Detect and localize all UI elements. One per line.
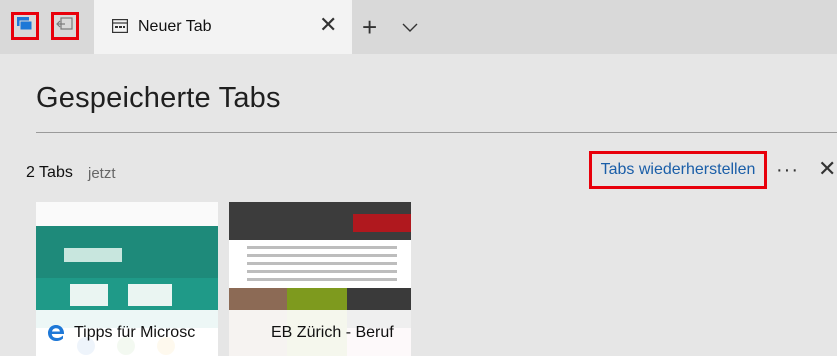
tab-title: Neuer Tab [138, 18, 212, 35]
tabs-aside-icon [16, 15, 34, 38]
more-options-button[interactable]: ··· [776, 160, 799, 180]
restore-tabs-icon [56, 16, 74, 37]
restore-tabs-button[interactable]: Tabs wiederherstellen [589, 151, 767, 189]
close-group-button[interactable]: ✕ [818, 158, 836, 180]
thumbnail-title: EB Zürich - Beruf [271, 324, 394, 341]
set-tabs-aside-button[interactable] [51, 12, 79, 40]
thumbnail-title: Tipps für Microsc [74, 324, 196, 341]
tab-group-time: jetzt [88, 165, 116, 182]
restore-tabs-label: Tabs wiederherstellen [600, 161, 756, 178]
thumbnail-caption: Tipps für Microsc [36, 310, 218, 356]
chevron-down-icon [402, 23, 418, 32]
tab-group-count: 2 Tabs [26, 164, 73, 181]
saved-tab-thumbnail[interactable]: Tipps für Microsc [36, 202, 218, 356]
tab-close-button[interactable]: ✕ [319, 14, 337, 36]
thumbnail-preview [36, 202, 218, 226]
tabs-aside-button[interactable] [11, 12, 39, 40]
panel-title: Gespeicherte Tabs [36, 82, 281, 114]
new-tab-page-icon [112, 19, 129, 38]
new-tab-button[interactable]: + [362, 14, 377, 40]
active-tab[interactable]: Neuer Tab ✕ [94, 0, 352, 54]
edge-logo-icon [46, 323, 66, 343]
divider [36, 132, 837, 133]
tab-list-button[interactable] [402, 20, 418, 38]
thumbnail-caption: EB Zürich - Beruf [229, 310, 411, 356]
saved-tab-thumbnail[interactable]: EB Zürich - Beruf [229, 202, 411, 356]
tab-strip: Neuer Tab ✕ + [0, 0, 837, 54]
